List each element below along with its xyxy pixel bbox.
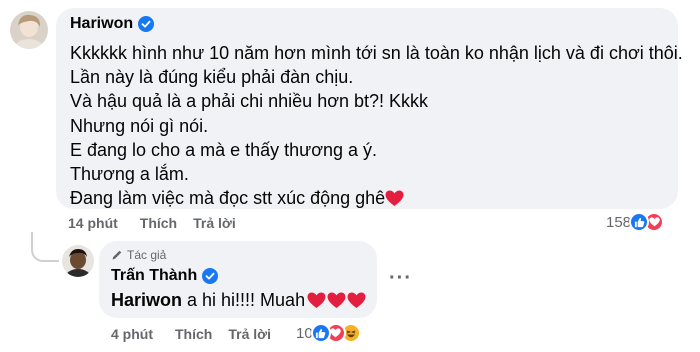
comment-line: Và hậu quả là a phải chi nhiều hơn bt?! … [70, 91, 429, 112]
comment-author-name[interactable]: Trấn Thành [111, 267, 197, 285]
comment-text: Hariwon a hi hi!!!! Muah [111, 290, 366, 311]
reply-thread-line [31, 232, 59, 262]
heart-emoji-icon [347, 292, 366, 309]
reaction-summary[interactable]: 10 [296, 323, 361, 343]
author-badge-label: Tác giả [127, 248, 167, 262]
reply-button[interactable]: Trả lời [193, 215, 236, 231]
comment-line: Thương a lắm. [70, 164, 189, 185]
heart-emoji-icon [307, 292, 326, 309]
comment-bubble-hariwon: Hariwon Kkkkkk hình như 10 năm hơn mình … [56, 8, 683, 209]
comment-line: Lần này là đúng kiểu phải đàn chịu. [70, 67, 354, 88]
like-icon [629, 212, 650, 232]
reaction-summary[interactable]: 158 [606, 212, 665, 232]
more-options-icon[interactable]: ··· [389, 267, 412, 290]
heart-emoji-icon [385, 190, 404, 206]
comment-author-row: Hariwon [70, 15, 155, 33]
reaction-count: 158 [606, 213, 632, 231]
comment-actions: 4 phút Thích Trả lời [111, 326, 271, 342]
comment-line-text: Đang làm việc mà đọc stt xúc động ghê [70, 188, 386, 209]
author-badge: Tác giả [111, 248, 166, 262]
like-button[interactable]: Thích [140, 215, 177, 231]
comment-author-row: Trấn Thành [111, 267, 219, 285]
comment-line-last: Đang làm việc mà đọc stt xúc động ghê [70, 186, 683, 210]
verified-badge-icon [138, 16, 155, 32]
like-icon [310, 323, 331, 343]
mention-link[interactable]: Hariwon [111, 290, 182, 311]
comment-line: Kkkkkk hình như 10 năm hơn mình tới sn l… [70, 43, 683, 63]
heart-emoji-icon [327, 292, 346, 309]
comment-timestamp[interactable]: 14 phút [68, 215, 118, 231]
comment-actions: 14 phút Thích Trả lời [68, 215, 236, 231]
pen-icon [112, 250, 122, 260]
comment-bubble-tran-thanh: Tác giả Trấn Thành Hariwon a hi hi!!!! M… [99, 241, 377, 318]
comment-author-name[interactable]: Hariwon [70, 15, 133, 33]
hariwon-avatar[interactable] [10, 11, 48, 49]
verified-badge-icon [202, 268, 219, 284]
comment-timestamp[interactable]: 4 phút [111, 326, 153, 342]
comment-line: E đang lo cho a mà e thấy thương a ý. [70, 139, 378, 160]
tran-thanh-avatar[interactable] [62, 245, 94, 277]
comment-line: Nhưng nói gì nói. [70, 115, 209, 136]
comment-body: a hi hi!!!! Muah [182, 290, 306, 310]
reply-button[interactable]: Trả lời [228, 326, 271, 342]
comment-text: Kkkkkk hình như 10 năm hơn mình tới sn l… [70, 41, 683, 210]
like-button[interactable]: Thích [175, 326, 212, 342]
